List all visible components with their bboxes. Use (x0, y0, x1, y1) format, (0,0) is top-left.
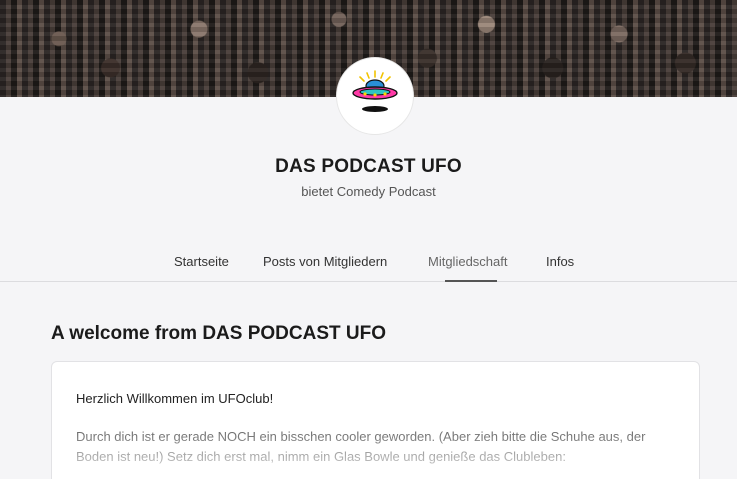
creator-tagline: bietet Comedy Podcast (301, 184, 436, 199)
active-tab-indicator (445, 280, 497, 282)
creator-avatar[interactable] (336, 57, 414, 135)
welcome-card: Herzlich Willkommen im UFOclub! Durch di… (51, 361, 700, 479)
tab-startseite[interactable]: Startseite (174, 254, 229, 269)
welcome-section-title: A welcome from DAS PODCAST UFO (51, 323, 387, 344)
welcome-greeting: Herzlich Willkommen im UFOclub! (76, 391, 274, 406)
creator-nav-tabs: Startseite Posts von Mitgliedern Mitglie… (0, 247, 737, 282)
tab-infos[interactable]: Infos (546, 254, 574, 269)
creator-name: DAS PODCAST UFO (275, 156, 462, 177)
tab-mitgliedschaft[interactable]: Mitgliedschaft (428, 254, 507, 269)
tab-posts-von-mitgliedern[interactable]: Posts von Mitgliedern (263, 254, 387, 269)
ufo-icon (345, 64, 405, 129)
welcome-body-text: Durch dich ist er gerade NOCH ein bissch… (76, 429, 646, 464)
